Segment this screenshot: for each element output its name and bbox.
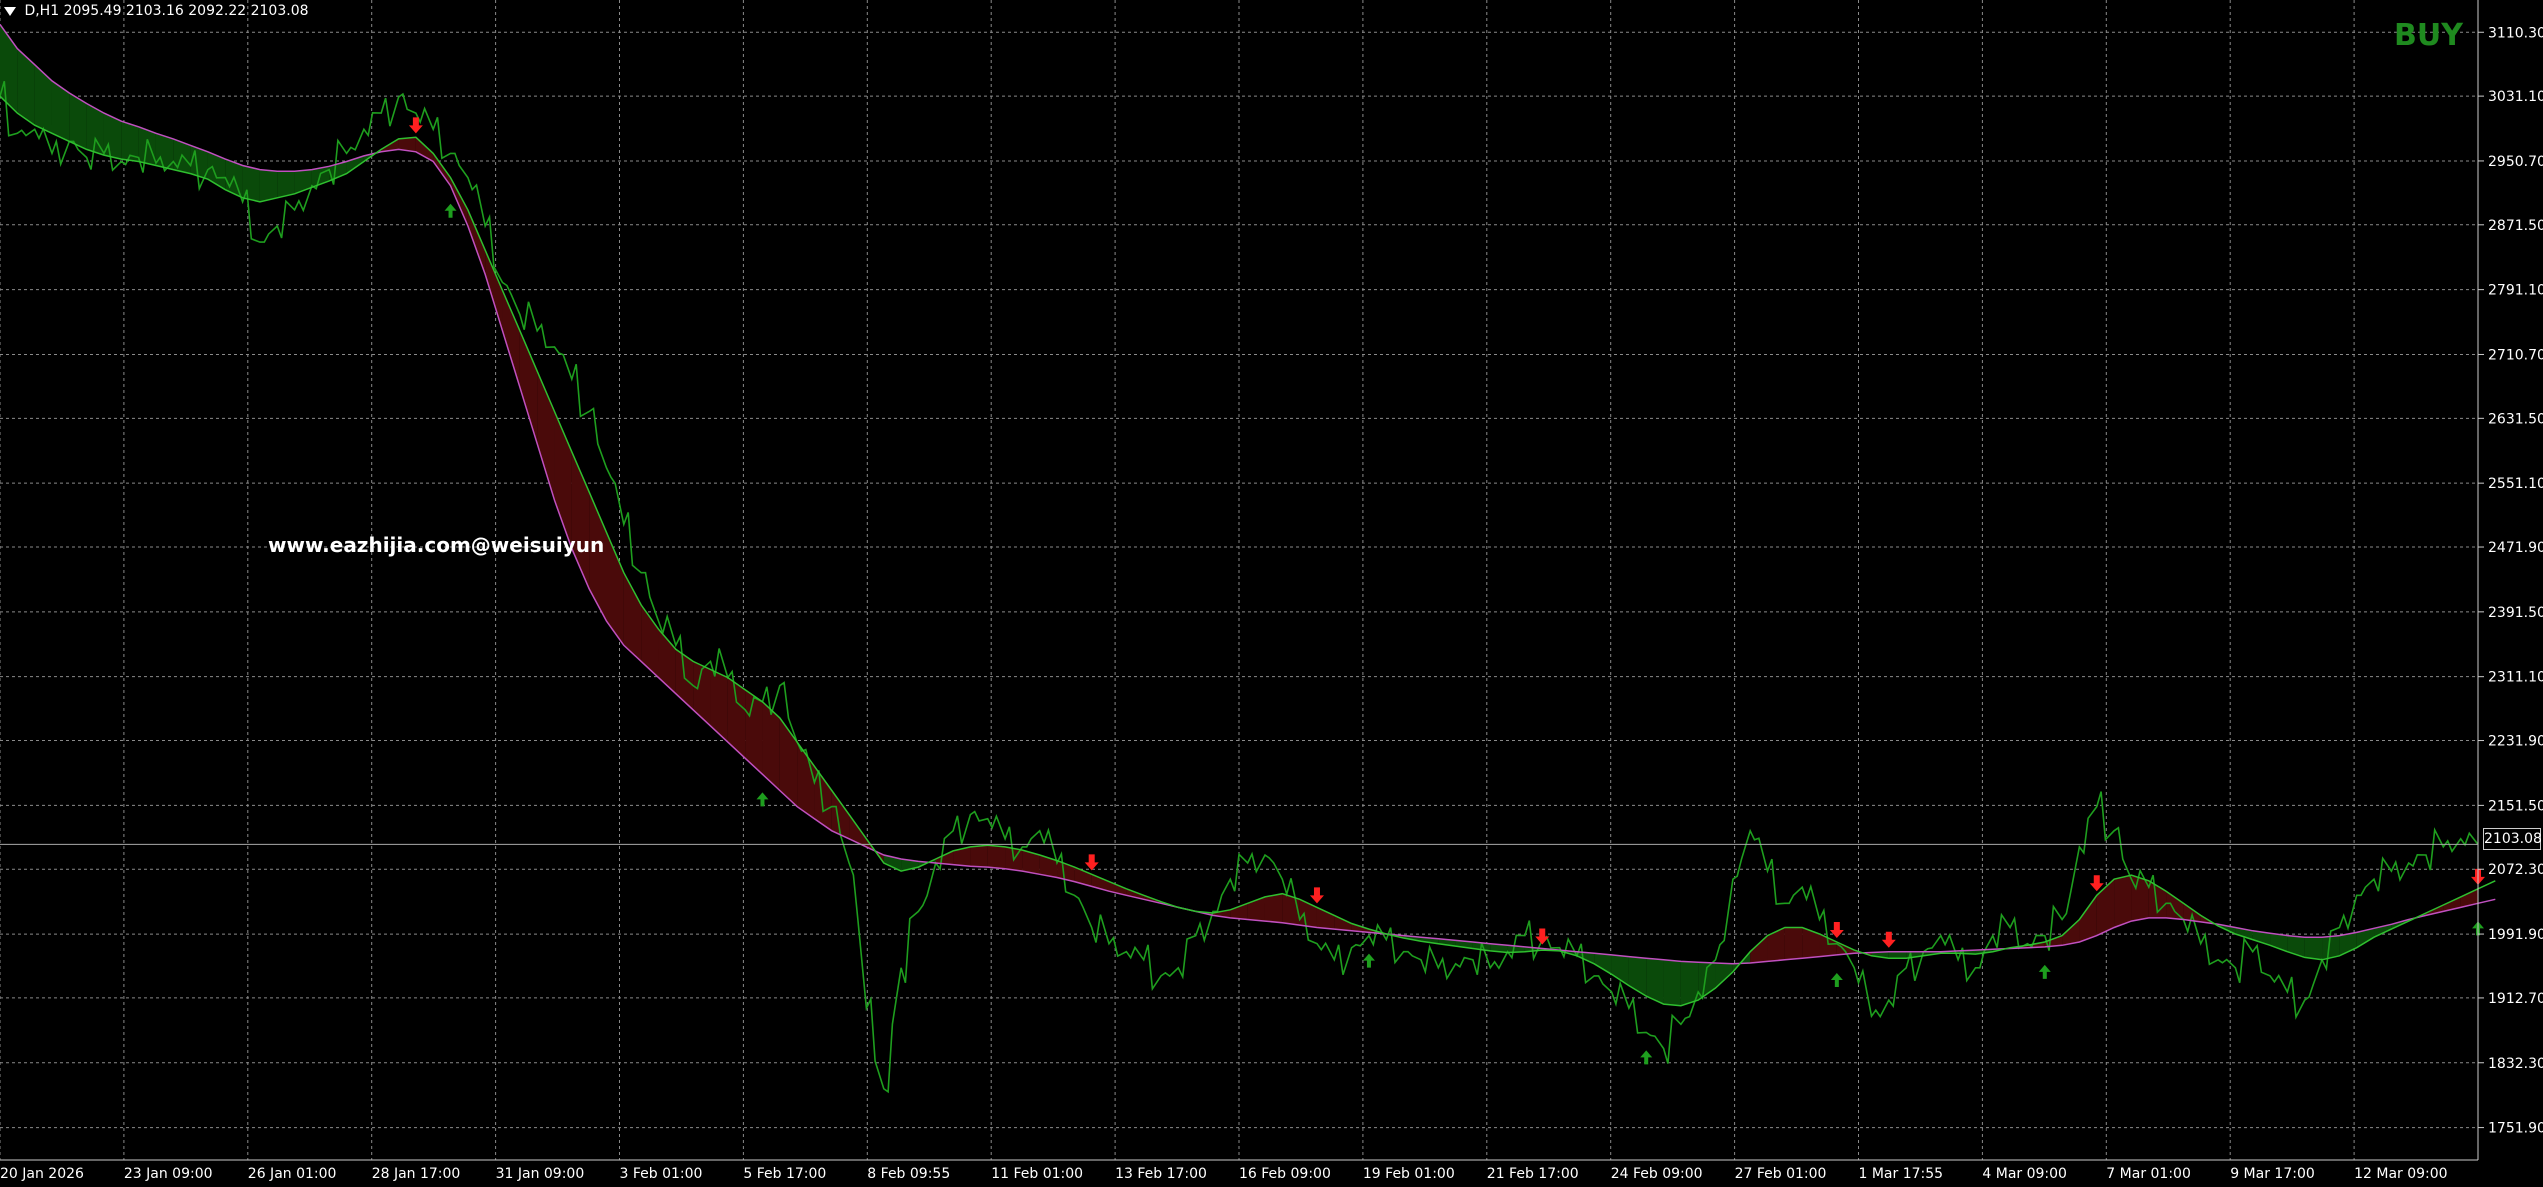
slow-line (0, 23, 2496, 965)
signal-arrows (408, 117, 2485, 1065)
x-tick-label: 23 Jan 09:00 (124, 1166, 213, 1182)
symbol-info-bar: D,H1 2095.49 2103.16 2092.22 2103.08 (4, 3, 309, 19)
x-tick-label: 4 Mar 09:00 (1982, 1166, 2067, 1182)
collapse-triangle-icon[interactable] (4, 6, 16, 16)
grid (0, 0, 2478, 1160)
up-arrow-icon (1830, 972, 1843, 987)
y-tick-label: 2710.70 (2488, 347, 2543, 363)
indicator-lines (0, 23, 2496, 1007)
cloud-segment (1784, 927, 1803, 960)
y-tick-label: 1832.30 (2488, 1056, 2543, 1072)
axes: 3110.30 3031.10 2950.70 2871.50 2791.10 2710.… (0, 0, 2543, 1182)
cloud-segment (2166, 891, 2184, 920)
y-tick-label: 3031.10 (2488, 89, 2543, 105)
x-tick-label: 24 Feb 09:00 (1611, 1166, 1703, 1182)
cloud-segment (51, 80, 70, 142)
cloud-segment (519, 330, 538, 444)
cloud-segment (34, 64, 52, 134)
cloud-segment (987, 845, 1006, 869)
y-tick-label: 2231.90 (2488, 734, 2543, 750)
y-tick-label: 2311.10 (2488, 670, 2543, 686)
x-tick-label: 26 Jan 01:00 (248, 1166, 337, 1182)
x-tick-label: 12 Mar 09:00 (2354, 1166, 2447, 1182)
down-arrow-icon (1881, 931, 1896, 948)
x-tick-label: 11 Feb 01:00 (991, 1166, 1083, 1182)
x-tick-label: 28 Jan 17:00 (372, 1166, 461, 1182)
cloud-segment (259, 169, 278, 202)
x-tick-label: 9 Mar 17:00 (2230, 1166, 2315, 1182)
price-chart[interactable]: 3110.30 3031.10 2950.70 2871.50 2791.10 2710.… (0, 0, 2543, 1183)
x-tick-label: 1 Mar 17:55 (1859, 1166, 1944, 1182)
up-arrow-icon (756, 792, 769, 807)
cloud-segment (1715, 963, 1733, 989)
x-tick-label: 5 Feb 17:00 (743, 1166, 826, 1182)
y-tick-label: 1912.70 (2488, 991, 2543, 1007)
cloud-segment (2114, 875, 2132, 928)
y-tick-label: 2871.50 (2488, 218, 2543, 234)
up-arrow-icon (444, 203, 457, 218)
x-tick-label: 20 Jan 2026 (0, 1166, 84, 1182)
cloud-segment (415, 137, 434, 162)
x-tick-label: 19 Feb 01:00 (1363, 1166, 1455, 1182)
current-price-tag: 2103.08 (2483, 828, 2542, 850)
x-tick-label: 16 Feb 09:00 (1239, 1166, 1331, 1182)
price-line (0, 80, 2479, 1094)
cloud-segment (2304, 937, 2323, 960)
price-series (0, 80, 2479, 1094)
cloud-segment (710, 669, 728, 743)
y-tick-label: 2391.50 (2488, 605, 2543, 621)
down-arrow-icon (1535, 928, 1550, 945)
watermark-text: www.eazhijia.com@weisuiyun (268, 533, 605, 557)
y-tick-label: 1751.90 (2488, 1121, 2543, 1137)
x-tick-label: 7 Mar 01:00 (2106, 1166, 2191, 1182)
y-tick-label: 3110.30 (2488, 25, 2543, 41)
cloud-segment (17, 48, 35, 126)
y-tick-label: 2950.70 (2488, 154, 2543, 170)
up-arrow-icon (2038, 964, 2051, 979)
cloud-segment (2079, 895, 2097, 943)
y-tick-label: 2551.10 (2488, 476, 2543, 492)
cloud-segment (675, 649, 694, 710)
y-tick-label: 2791.10 (2488, 283, 2543, 299)
cloud-segment (1888, 951, 1907, 959)
down-arrow-icon (1829, 922, 1844, 939)
cloud-segment (1594, 953, 1612, 975)
y-tick-label: 2072.30 (2488, 862, 2543, 878)
cloud-segment (606, 532, 624, 646)
y-tick-label: 1991.90 (2488, 927, 2543, 943)
cloud-segment (1663, 959, 1681, 1006)
symbol-timeframe: D,H1 (24, 3, 60, 19)
ohlc-values: 2095.49 2103.16 2092.22 2103.08 (63, 3, 309, 19)
up-arrow-icon (1362, 953, 1375, 968)
x-tick-label: 21 Feb 17:00 (1487, 1166, 1579, 1182)
x-tick-label: 3 Feb 01:00 (620, 1166, 703, 1182)
down-arrow-icon (2089, 875, 2104, 892)
x-tick-label: 31 Jan 09:00 (496, 1166, 585, 1182)
cloud-segment (1767, 927, 1785, 962)
cloud-segment (970, 845, 988, 868)
cloud-segment (1264, 893, 1283, 923)
y-tick-label: 2631.50 (2488, 411, 2543, 427)
y-tick-label: 2471.90 (2488, 540, 2543, 556)
signal-label: BUY (2394, 18, 2463, 53)
y-tick-label: 2151.50 (2488, 798, 2543, 814)
down-arrow-icon (1309, 887, 1324, 904)
cloud-segment (727, 677, 746, 759)
x-tick-label: 13 Feb 17:00 (1115, 1166, 1207, 1182)
x-tick-label: 8 Feb 09:55 (867, 1166, 950, 1182)
chart-area[interactable]: 3110.30 3031.10 2950.70 2871.50 2791.10 2710.… (0, 0, 2543, 1183)
x-tick-label: 27 Feb 01:00 (1735, 1166, 1827, 1182)
down-arrow-icon (1084, 854, 1099, 871)
cloud-segment (1802, 927, 1820, 959)
cloud-segment (467, 209, 486, 275)
